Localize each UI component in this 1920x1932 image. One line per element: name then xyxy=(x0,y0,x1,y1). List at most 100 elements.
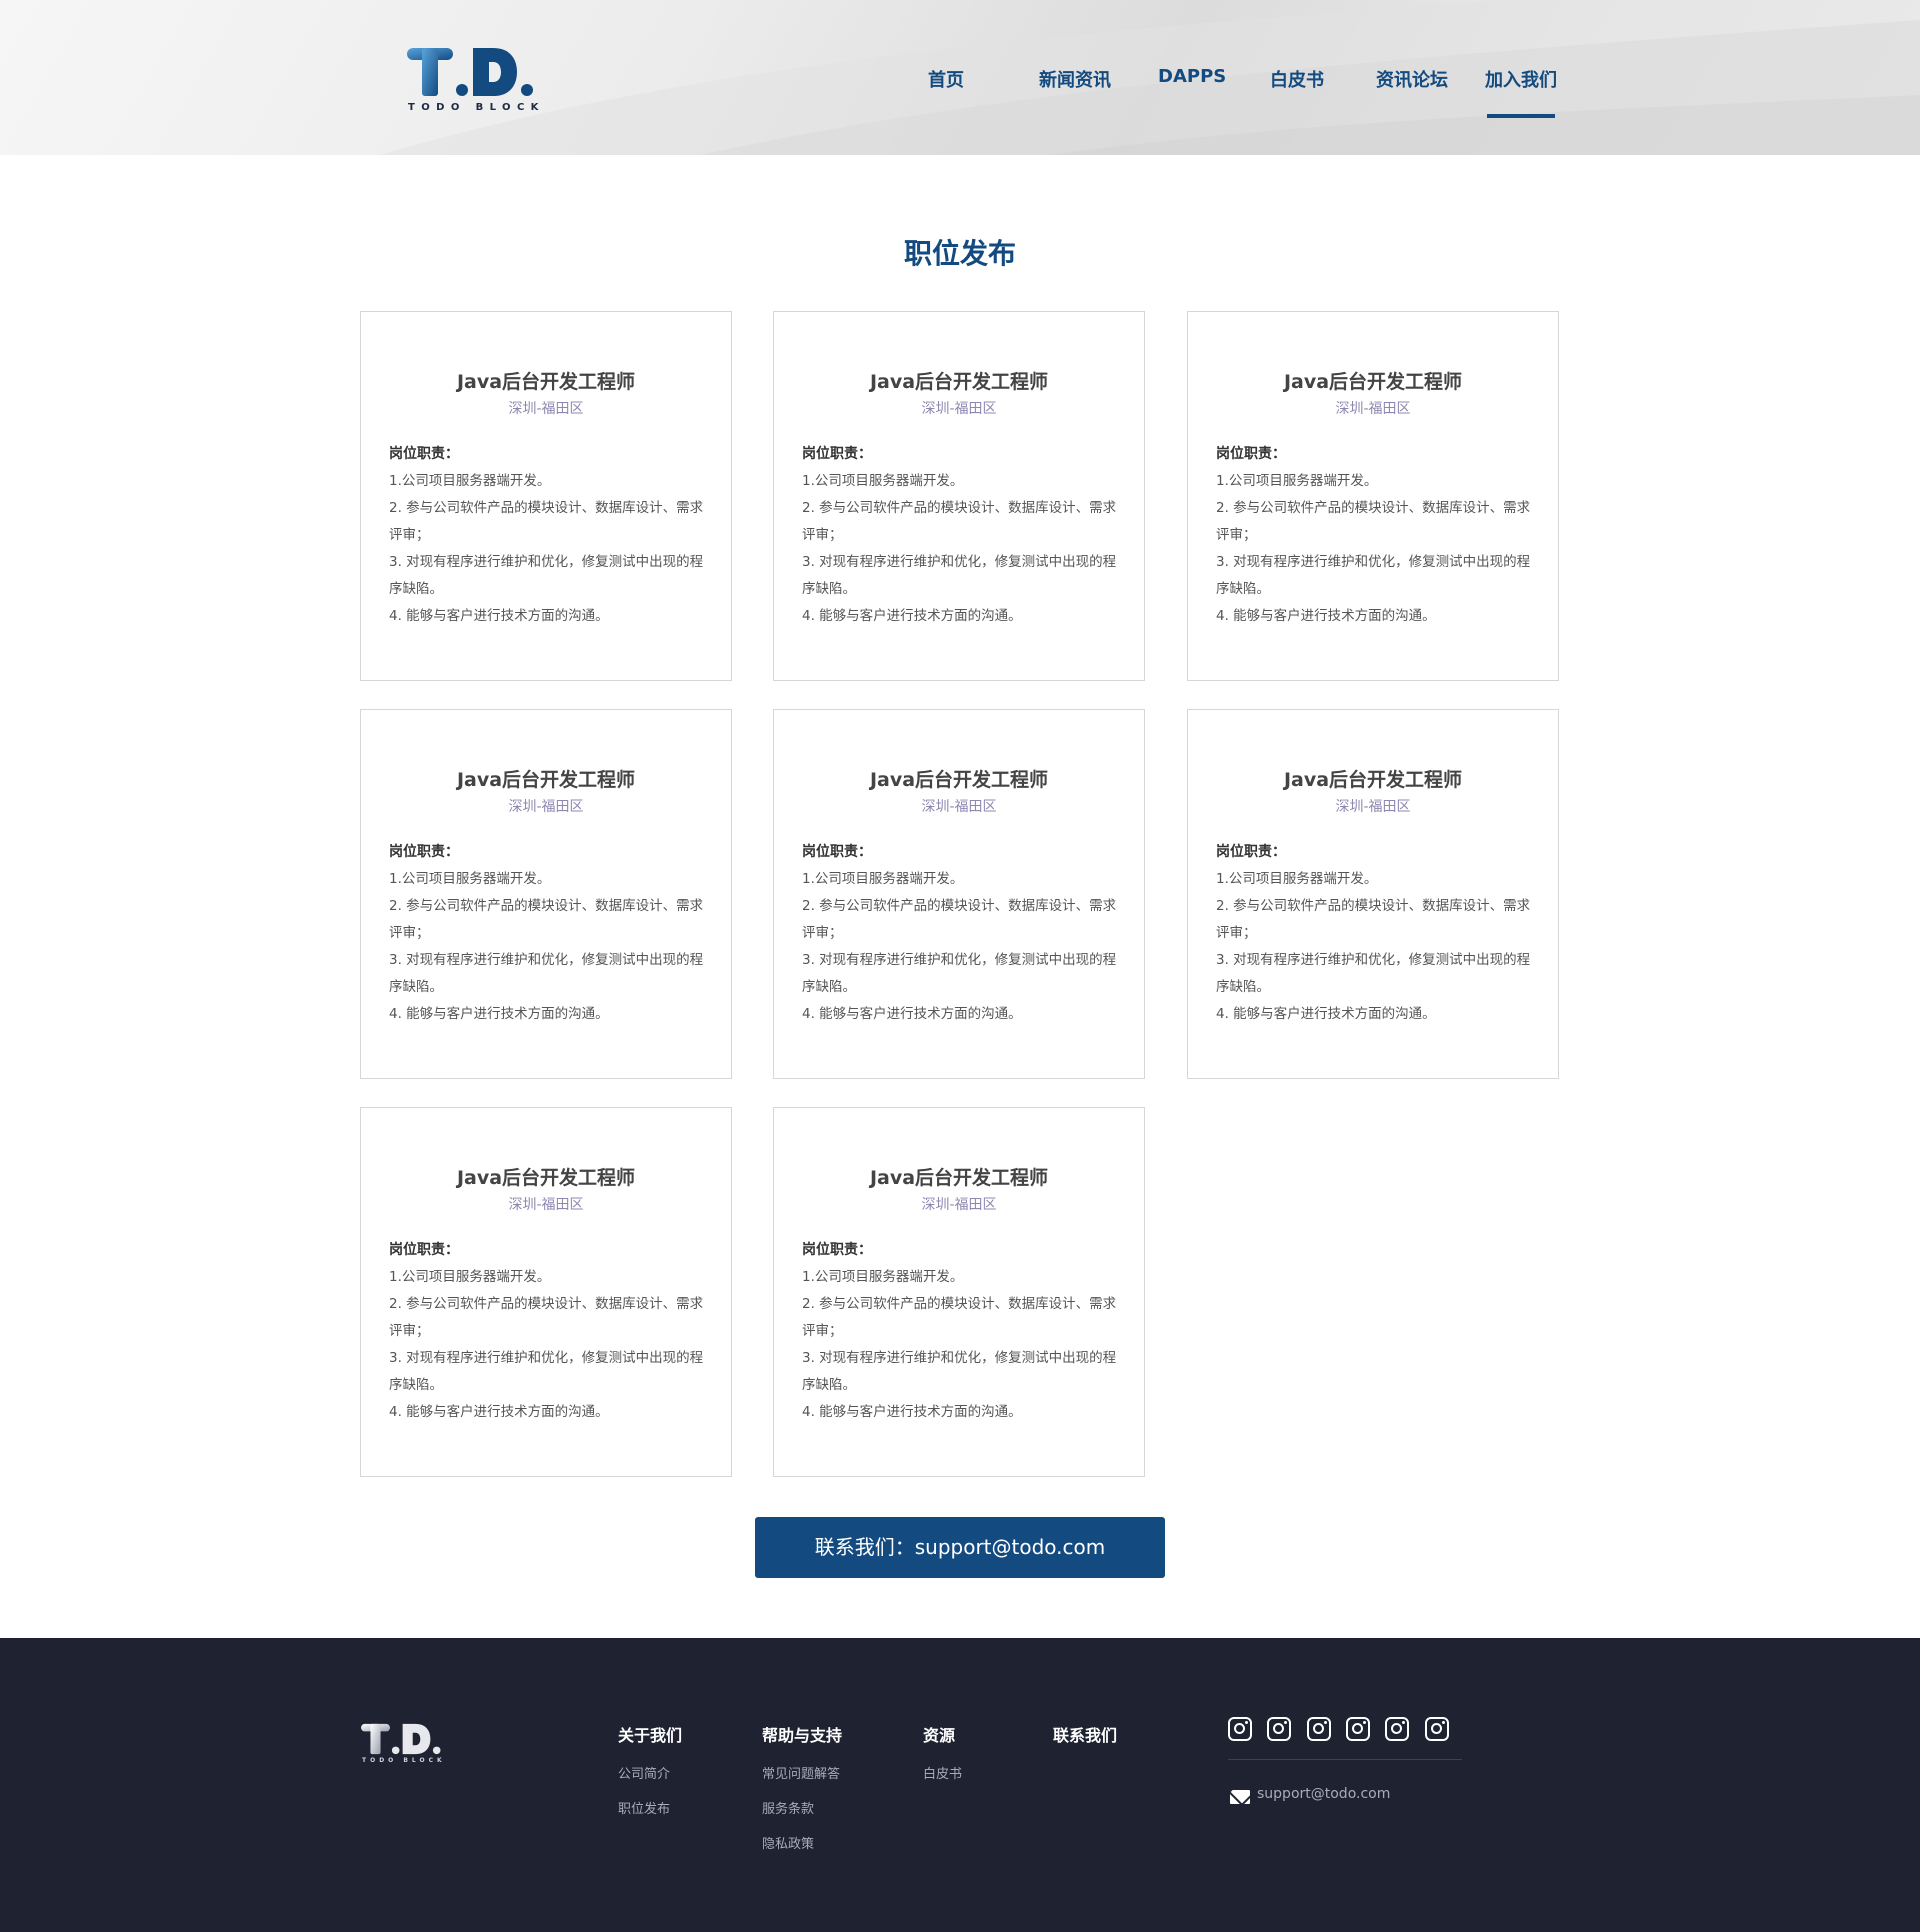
job-card[interactable]: Java后台开发工程师深圳-福田区岗位职责： 1.公司项目服务器端开发。 2. 参与… xyxy=(773,311,1145,681)
duty-item: 4. 能够与客户进行技术方面的沟通。 xyxy=(802,608,1022,624)
duty-item: 4. 能够与客户进行技术方面的沟通。 xyxy=(802,1006,1022,1022)
footer-link-whitepaper[interactable]: 白皮书 xyxy=(923,1763,962,1782)
instagram-icon[interactable] xyxy=(1385,1717,1409,1741)
footer-logo[interactable]: TODO BLOCK xyxy=(361,1721,446,1764)
nav-item-dapps[interactable]: DAPPS xyxy=(1158,66,1226,87)
job-location: 深圳-福田区 xyxy=(1335,799,1411,815)
duty-item: 1.公司项目服务器端开发。 xyxy=(389,871,551,887)
job-location: 深圳-福田区 xyxy=(921,1197,997,1213)
site-footer: TODO BLOCK 关于我们 公司简介 职位发布 帮助与支持 常见问题解答 服… xyxy=(0,1638,1920,1932)
duty-item: 2. 参与公司软件产品的模块设计、数据库设计、需求评审； xyxy=(389,1296,704,1339)
duty-item: 2. 参与公司软件产品的模块设计、数据库设计、需求评审； xyxy=(802,500,1117,543)
duty-item: 1.公司项目服务器端开发。 xyxy=(389,473,551,489)
duty-list: 1.公司项目服务器端开发。 2. 参与公司软件产品的模块设计、数据库设计、需求评审… xyxy=(1216,468,1541,630)
nav-item-news[interactable]: 新闻资讯 xyxy=(1039,66,1111,92)
duty-list: 1.公司项目服务器端开发。 2. 参与公司软件产品的模块设计、数据库设计、需求评审… xyxy=(389,866,714,1028)
footer-link-company-intro[interactable]: 公司简介 xyxy=(618,1763,670,1782)
job-location: 深圳-福田区 xyxy=(921,799,997,815)
duty-item: 2. 参与公司软件产品的模块设计、数据库设计、需求评审； xyxy=(802,1296,1117,1339)
job-card[interactable]: Java后台开发工程师 深圳-福田区 岗位职责： 1.公司项目服务器端开发。 2. 参与… xyxy=(773,1107,1145,1477)
duty-item: 4. 能够与客户进行技术方面的沟通。 xyxy=(389,1006,609,1022)
nav-item-home[interactable]: 首页 xyxy=(928,66,964,92)
job-title: Java后台开发工程师 xyxy=(456,1167,636,1189)
job-title: Java后台开发工程师 xyxy=(456,769,636,791)
job-card[interactable]: Java后台开发工程师深圳-福田区岗位职责： 1.公司项目服务器端开发。 2. 参与… xyxy=(360,709,732,1079)
footer-heading-about: 关于我们 xyxy=(618,1726,683,1745)
responsibilities-label: 岗位职责： xyxy=(802,446,872,462)
footer-email-text: support@todo.com xyxy=(1257,1786,1391,1802)
duty-item: 3. 对现有程序进行维护和优化，修复测试中出现的程序缺陷。 xyxy=(389,1350,704,1393)
footer-link-terms[interactable]: 服务条款 xyxy=(762,1798,814,1817)
footer-link-faq[interactable]: 常见问题解答 xyxy=(762,1763,840,1782)
nav-item-forum[interactable]: 资讯论坛 xyxy=(1376,66,1448,92)
duty-list: 1.公司项目服务器端开发。 2. 参与公司软件产品的模块设计、数据库设计、需求评审… xyxy=(1216,866,1541,1028)
nav-active-indicator xyxy=(1487,114,1555,118)
duty-item: 2. 参与公司软件产品的模块设计、数据库设计、需求评审； xyxy=(1216,898,1531,941)
job-title: Java后台开发工程师 xyxy=(1283,769,1463,791)
instagram-icon[interactable] xyxy=(1228,1717,1252,1741)
site-header: TODO BLOCK 首页 新闻资讯 DAPPS 白皮书 资讯论坛 加入我们 xyxy=(0,0,1920,155)
job-card[interactable]: Java后台开发工程师深圳-福田区岗位职责： 1.公司项目服务器端开发。 2. 参与… xyxy=(773,709,1145,1079)
job-title: Java后台开发工程师 xyxy=(456,371,636,393)
duty-item: 2. 参与公司软件产品的模块设计、数据库设计、需求评审； xyxy=(802,898,1117,941)
duty-item: 3. 对现有程序进行维护和优化，修复测试中出现的程序缺陷。 xyxy=(802,554,1117,597)
duty-item: 4. 能够与客户进行技术方面的沟通。 xyxy=(389,1404,609,1420)
responsibilities-label: 岗位职责： xyxy=(389,844,459,860)
duty-list: 1.公司项目服务器端开发。 2. 参与公司软件产品的模块设计、数据库设计、需求评审… xyxy=(389,1264,714,1426)
job-card[interactable]: Java后台开发工程师 深圳-福田区 岗位职责： 1.公司项目服务器端开发。 2. 参与… xyxy=(1187,311,1559,681)
job-card[interactable]: Java后台开发工程师 深圳-福田区 岗位职责： 1.公司项目服务器端开发。 2. 参与… xyxy=(1187,709,1559,1079)
duty-item: 3. 对现有程序进行维护和优化，修复测试中出现的程序缺陷。 xyxy=(389,952,704,995)
job-title: Java后台开发工程师 xyxy=(1283,371,1463,393)
job-card[interactable]: Java后台开发工程师深圳-福田区岗位职责： 1.公司项目服务器端开发。 2. 参与… xyxy=(360,311,732,681)
duty-item: 3. 对现有程序进行维护和优化，修复测试中出现的程序缺陷。 xyxy=(389,554,704,597)
job-location: 深圳-福田区 xyxy=(508,1197,584,1213)
duty-item: 3. 对现有程序进行维护和优化，修复测试中出现的程序缺陷。 xyxy=(802,1350,1117,1393)
duty-list: 1.公司项目服务器端开发。 2. 参与公司软件产品的模块设计、数据库设计、需求评审… xyxy=(802,1264,1127,1426)
page-title: 职位发布 xyxy=(903,237,1016,270)
footer-heading-resources: 资源 xyxy=(923,1726,956,1745)
job-location: 深圳-福田区 xyxy=(508,799,584,815)
duty-item: 4. 能够与客户进行技术方面的沟通。 xyxy=(1216,608,1436,624)
logo-subtext: TODO BLOCK xyxy=(408,102,545,113)
job-title: Java后台开发工程师 xyxy=(869,371,1049,393)
nav-item-whitepaper[interactable]: 白皮书 xyxy=(1270,66,1324,92)
footer-heading-help: 帮助与支持 xyxy=(762,1726,843,1745)
duty-list: 1.公司项目服务器端开发。 2. 参与公司软件产品的模块设计、数据库设计、需求评审… xyxy=(802,866,1127,1028)
duty-item: 3. 对现有程序进行维护和优化，修复测试中出现的程序缺陷。 xyxy=(1216,554,1531,597)
duty-item: 4. 能够与客户进行技术方面的沟通。 xyxy=(1216,1006,1436,1022)
instagram-icon[interactable] xyxy=(1425,1717,1449,1741)
contact-us-button[interactable]: 联系我们：support@todo.com xyxy=(755,1517,1165,1578)
duty-item: 1.公司项目服务器端开发。 xyxy=(802,1269,964,1285)
nav-item-join-us[interactable]: 加入我们 xyxy=(1485,66,1557,92)
job-location: 深圳-福田区 xyxy=(1335,401,1411,417)
footer-logo-mark xyxy=(361,1723,441,1755)
job-location: 深圳-福田区 xyxy=(921,401,997,417)
job-title: Java后台开发工程师 xyxy=(869,769,1049,791)
responsibilities-label: 岗位职责： xyxy=(389,446,459,462)
duty-item: 1.公司项目服务器端开发。 xyxy=(389,1269,551,1285)
instagram-icon[interactable] xyxy=(1346,1717,1370,1741)
duty-item: 3. 对现有程序进行维护和优化，修复测试中出现的程序缺陷。 xyxy=(1216,952,1531,995)
footer-heading-contact: 联系我们 xyxy=(1053,1726,1118,1745)
envelope-icon xyxy=(1230,1790,1250,1804)
footer-logo-subtext: TODO BLOCK xyxy=(362,1757,446,1764)
duty-item: 2. 参与公司软件产品的模块设计、数据库设计、需求评审； xyxy=(1216,500,1531,543)
duty-item: 1.公司项目服务器端开发。 xyxy=(802,871,964,887)
instagram-icon[interactable] xyxy=(1307,1717,1331,1741)
instagram-icon[interactable] xyxy=(1267,1717,1291,1741)
footer-link-privacy[interactable]: 隐私政策 xyxy=(762,1833,814,1852)
responsibilities-label: 岗位职责： xyxy=(802,844,872,860)
duty-item: 4. 能够与客户进行技术方面的沟通。 xyxy=(389,608,609,624)
duty-item: 4. 能够与客户进行技术方面的沟通。 xyxy=(802,1404,1022,1420)
duty-item: 2. 参与公司软件产品的模块设计、数据库设计、需求评审； xyxy=(389,898,704,941)
job-location: 深圳-福田区 xyxy=(508,401,584,417)
responsibilities-label: 岗位职责： xyxy=(389,1242,459,1258)
duty-list: 1.公司项目服务器端开发。 2. 参与公司软件产品的模块设计、数据库设计、需求评审… xyxy=(802,468,1127,630)
job-title: Java后台开发工程师 xyxy=(869,1167,1049,1189)
duty-item: 1.公司项目服务器端开发。 xyxy=(802,473,964,489)
duty-item: 2. 参与公司软件产品的模块设计、数据库设计、需求评审； xyxy=(389,500,704,543)
job-card[interactable]: Java后台开发工程师深圳-福田区岗位职责： 1.公司项目服务器端开发。 2. 参与… xyxy=(360,1107,732,1477)
duty-item: 1.公司项目服务器端开发。 xyxy=(1216,473,1378,489)
main-nav: 首页 新闻资讯 DAPPS 白皮书 资讯论坛 加入我们 xyxy=(0,66,1920,96)
footer-link-job-postings[interactable]: 职位发布 xyxy=(618,1798,670,1817)
